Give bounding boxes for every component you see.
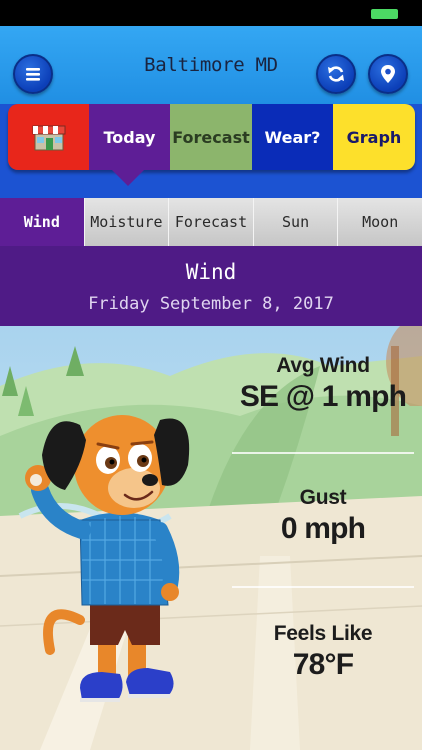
section-date: Friday September 8, 2017 <box>88 294 334 314</box>
location-button[interactable] <box>368 54 408 94</box>
map-pin-icon <box>381 65 395 83</box>
tab-home[interactable] <box>8 104 89 170</box>
subtab-moisture[interactable]: Moisture <box>84 198 170 246</box>
main-tab-bar-background: Today Forecast Wear? Graph <box>0 104 422 198</box>
sub-tab-bar: Wind Moisture Forecast Sun Moon <box>0 198 422 246</box>
tab-wear[interactable]: Wear? <box>252 104 333 170</box>
tab-today[interactable]: Today <box>89 104 170 170</box>
tab-forecast[interactable]: Forecast <box>170 104 252 170</box>
refresh-icon <box>328 66 344 82</box>
active-tab-pointer <box>112 170 144 186</box>
wind-scene: Avg Wind SE @ 1 mph Gust 0 mph Feels Lik… <box>0 326 422 750</box>
tab-graph[interactable]: Graph <box>333 104 415 170</box>
feels-like-label: Feels Like <box>273 622 373 645</box>
refresh-button[interactable] <box>316 54 356 94</box>
section-title: Wind <box>185 260 237 284</box>
battery-icon <box>371 9 398 19</box>
subtab-forecast[interactable]: Forecast <box>169 198 254 246</box>
subtab-sun[interactable]: Sun <box>253 198 339 246</box>
storefront-icon <box>32 125 65 151</box>
stat-divider <box>232 586 414 588</box>
subtab-wind[interactable]: Wind <box>0 198 85 246</box>
stat-divider <box>232 452 414 454</box>
gust-value: 0 mph <box>280 512 366 545</box>
section-header: Wind Friday September 8, 2017 <box>0 246 422 326</box>
feels-like-value: 78°F <box>292 648 354 681</box>
nav-bar: Baltimore MD <box>0 26 422 110</box>
status-bar <box>0 0 422 26</box>
city-title: Baltimore MD <box>144 54 278 76</box>
avg-wind-label: Avg Wind <box>276 354 370 377</box>
main-tab-bar: Today Forecast Wear? Graph <box>8 104 415 170</box>
subtab-moon[interactable]: Moon <box>338 198 422 246</box>
feels-like-stat: Feels Like 78°F <box>232 622 414 682</box>
avg-wind-stat: Avg Wind SE @ 1 mph <box>232 354 414 414</box>
mascot-dog-illustration <box>25 415 190 702</box>
avg-wind-value: SE @ 1 mph <box>239 380 407 413</box>
gust-label: Gust <box>299 486 347 509</box>
gust-stat: Gust 0 mph <box>232 486 414 546</box>
